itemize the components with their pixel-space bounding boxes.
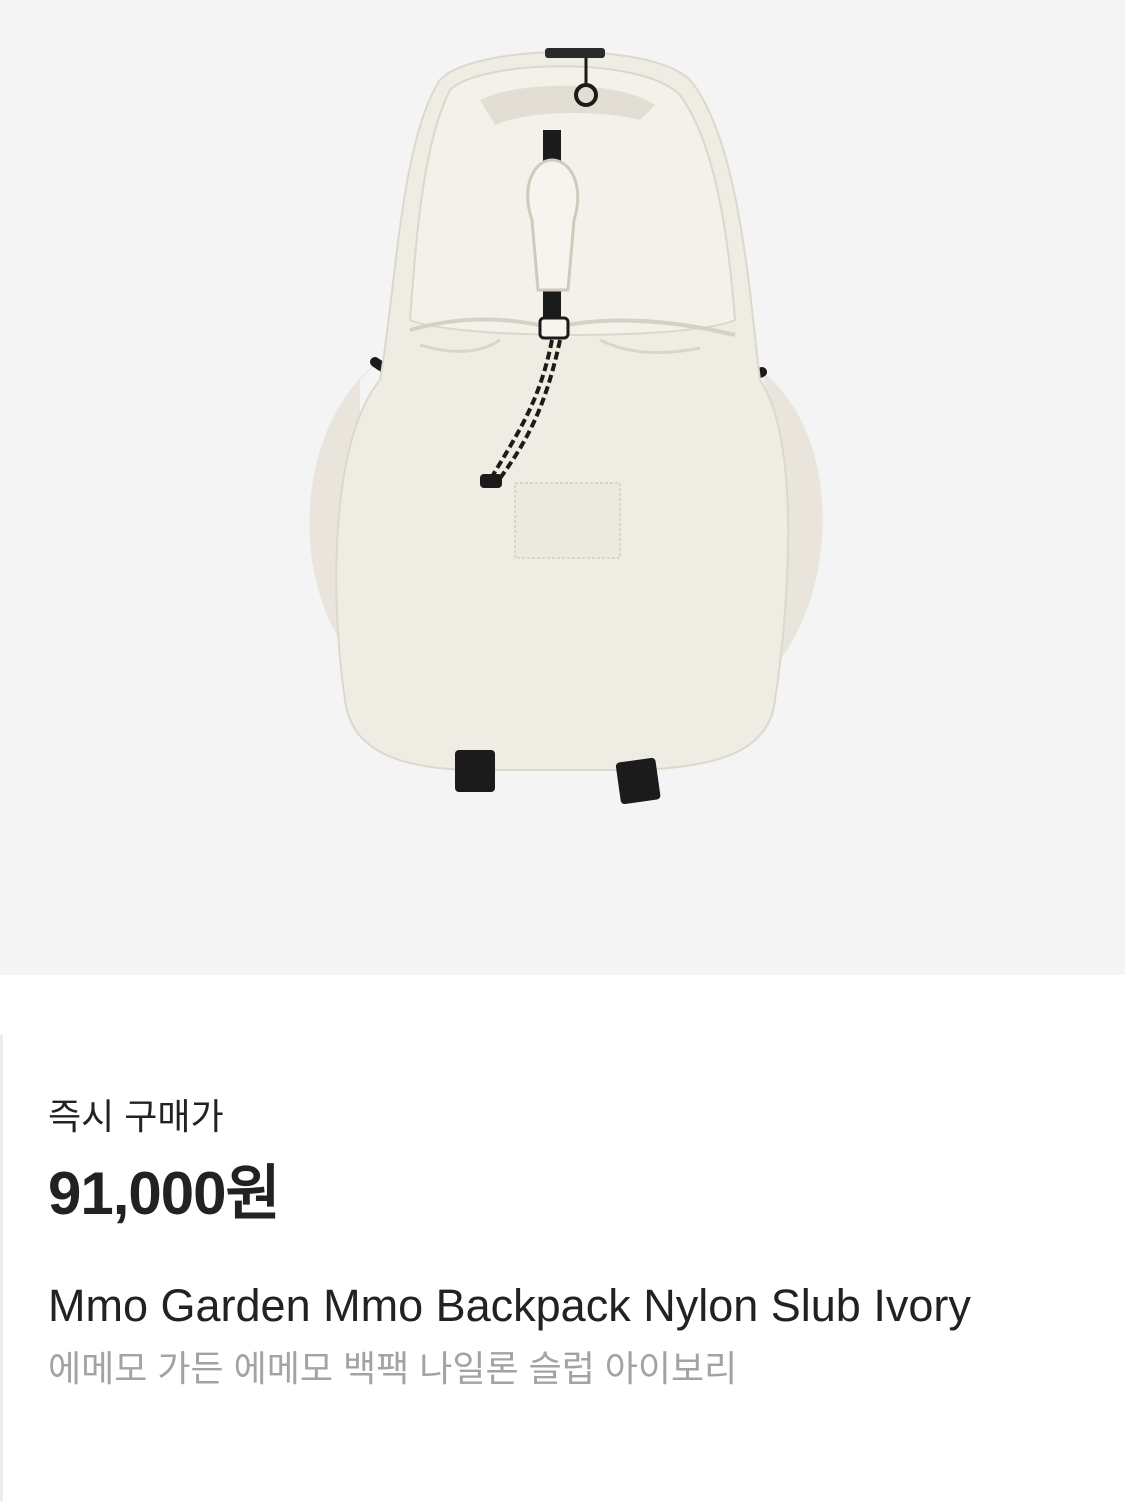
carabiner <box>526 158 580 292</box>
product-info: 즉시 구매가 91,000원 Mmo Garden Mmo Backpack N… <box>48 1095 1088 1391</box>
left-edge-divider <box>0 1035 3 1501</box>
product-image[interactable] <box>0 0 1125 975</box>
right-buckle <box>615 757 661 805</box>
left-buckle <box>455 750 495 792</box>
product-name-ko: 에메모 가든 에메모 백팩 나일론 슬럽 아이보리 <box>48 1348 738 1389</box>
price-label: 즉시 구매가 <box>48 1096 224 1137</box>
price-value: 91,000원 <box>48 1160 281 1227</box>
product-name-en[interactable]: Mmo Garden Mmo Backpack Nylon Slub Ivory <box>48 1277 1068 1335</box>
label-patch <box>514 482 621 559</box>
backpack-image <box>309 48 823 805</box>
